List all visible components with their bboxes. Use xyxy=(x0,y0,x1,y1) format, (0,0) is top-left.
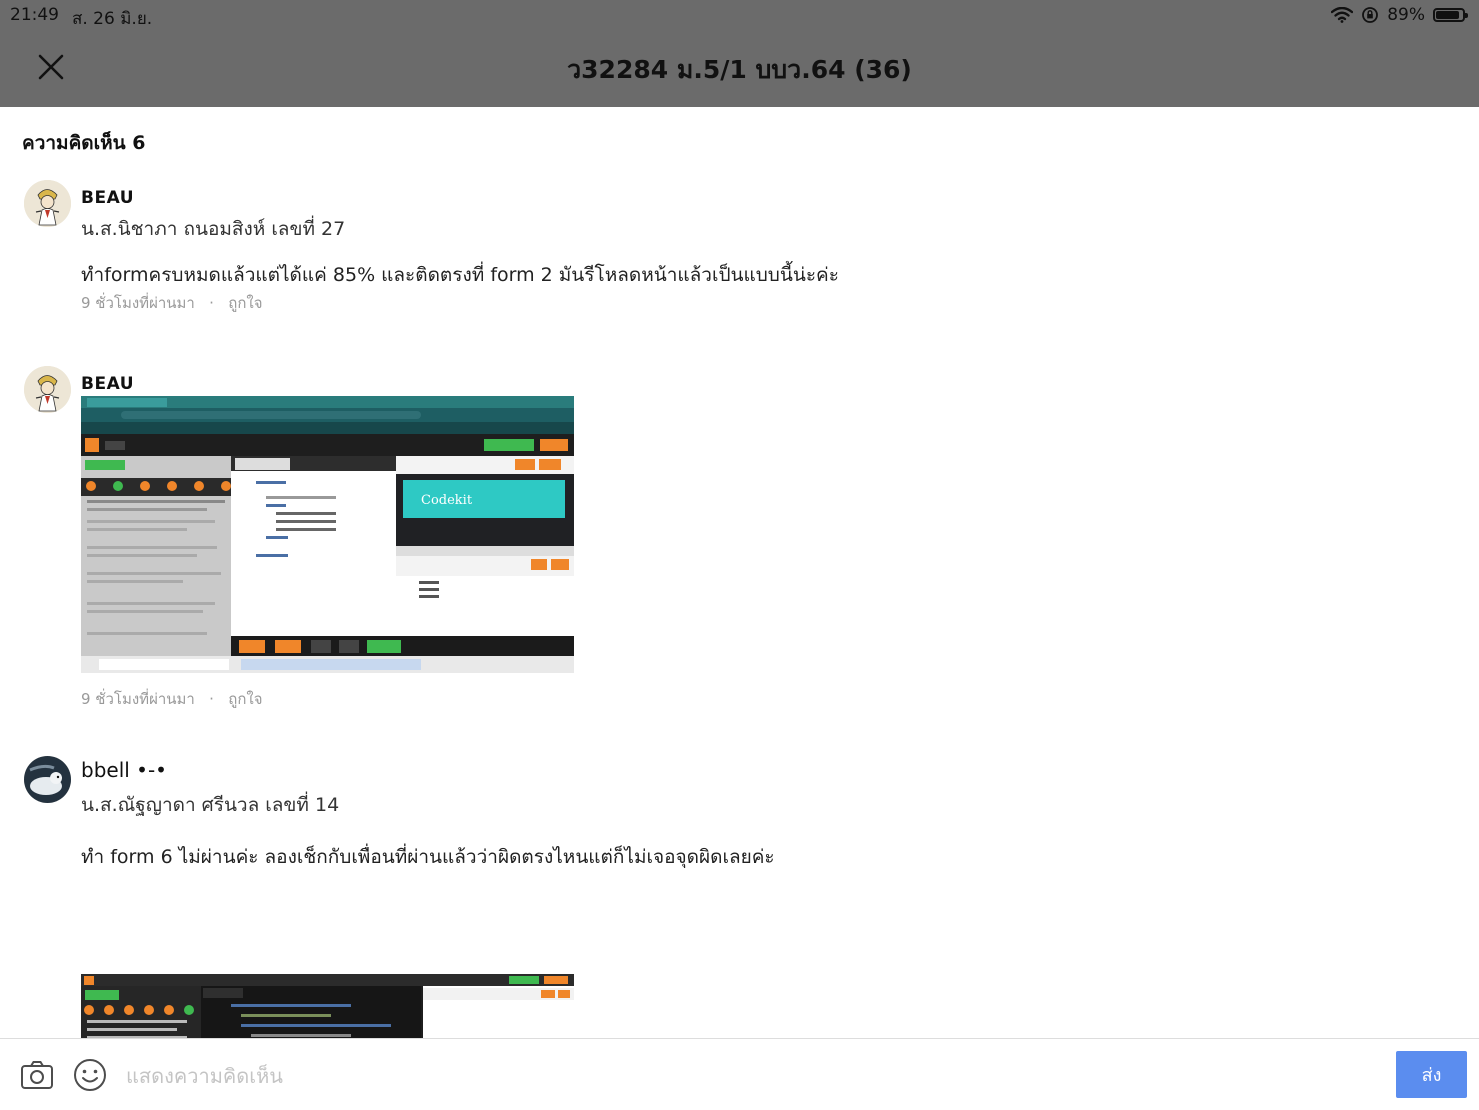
comments-count: ความคิดเห็น 6 xyxy=(22,132,146,154)
battery-fill xyxy=(1436,11,1460,19)
comment-author[interactable]: BEAU xyxy=(81,374,134,394)
comment-text: ทำformครบหมดแล้วแต่ได้แค่ 85% และติดตรงท… xyxy=(81,264,839,286)
screenshot-caption: Codekit xyxy=(421,493,473,508)
comment-author-fullname: น.ส.ณัฐญาดา ศรีนวล เลขที่ 14 xyxy=(81,794,340,816)
like-button[interactable]: ถูกใจ xyxy=(228,690,262,708)
send-button[interactable]: ส่ง xyxy=(1396,1051,1467,1098)
avatar[interactable] xyxy=(24,756,71,803)
comment-time: 9 ชั่วโมงที่ผ่านมา xyxy=(81,294,195,312)
battery-icon xyxy=(1433,8,1468,22)
orientation-lock-icon xyxy=(1362,7,1379,23)
status-time: 21:49 xyxy=(10,5,59,25)
comment-item: BEAU Codekit 9 ชั่วโมงที่ผ่านมา · ถูกใจ xyxy=(24,366,1444,708)
status-bar: 21:49 ส. 26 มิ.ย. 89% xyxy=(0,0,1479,30)
comment-time: 9 ชั่วโมงที่ผ่านมา xyxy=(81,690,195,708)
avatar[interactable] xyxy=(24,180,71,227)
header-bar: ว32284 ม.5/1 บบว.64 (36) xyxy=(0,30,1479,107)
wifi-icon xyxy=(1331,7,1354,23)
avatar[interactable] xyxy=(24,366,71,413)
comment-author[interactable]: BEAU xyxy=(81,188,134,208)
comment-attachment-image[interactable] xyxy=(81,974,574,1038)
comment-meta: 9 ชั่วโมงที่ผ่านมา · ถูกใจ xyxy=(81,687,263,711)
meta-separator: · xyxy=(199,294,224,312)
comment-meta: 9 ชั่วโมงที่ผ่านมา · ถูกใจ xyxy=(81,291,263,315)
comment-attachment-image[interactable]: Codekit xyxy=(81,396,574,673)
battery-percent: 89% xyxy=(1387,5,1425,25)
meta-separator: · xyxy=(199,690,224,708)
comment-item: bbell •-• น.ส.ณัฐญาดา ศรีนวล เลขที่ 14 ท… xyxy=(24,756,1444,1038)
comment-author-fullname: น.ส.นิชาภา ถนอมสิงห์ เลขที่ 27 xyxy=(81,218,346,240)
status-date: ส. 26 มิ.ย. xyxy=(72,9,153,29)
comment-composer: ส่ง xyxy=(0,1038,1479,1110)
status-right: 89% xyxy=(1331,5,1468,25)
emoji-icon[interactable] xyxy=(73,1058,107,1092)
comment-author[interactable]: bbell •-• xyxy=(81,758,167,782)
comment-input[interactable] xyxy=(124,1057,1378,1095)
comment-text: ทำ form 6 ไม่ผ่านค่ะ ลองเช็กกับเพื่อนที่… xyxy=(81,846,775,868)
comment-item: BEAU น.ส.นิชาภา ถนอมสิงห์ เลขที่ 27 ทำfo… xyxy=(24,180,1444,320)
page-title: ว32284 ม.5/1 บบว.64 (36) xyxy=(567,55,912,84)
like-button[interactable]: ถูกใจ xyxy=(228,294,262,312)
camera-icon[interactable] xyxy=(20,1059,54,1091)
comments-panel: ความคิดเห็น 6 BEAU น.ส.นิชาภา ถนอมสิงห์ … xyxy=(0,107,1479,1038)
